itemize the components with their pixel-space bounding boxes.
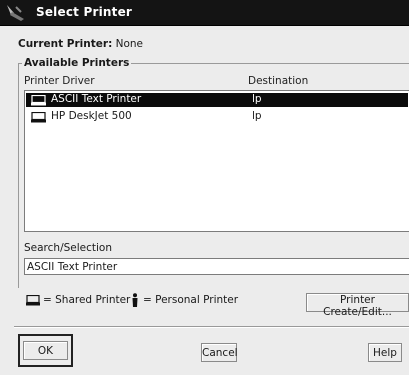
search-selection-input[interactable] (24, 258, 409, 275)
search-selection-label: Search/Selection (24, 242, 112, 254)
title-bar: Select Printer (0, 0, 409, 26)
printer-row-hp-deskjet[interactable]: HP DeskJet 500 lp (26, 110, 408, 124)
ok-button[interactable]: OK (23, 341, 68, 360)
printer-name: HP DeskJet 500 (51, 110, 132, 122)
help-button[interactable]: Help (368, 343, 402, 362)
separator (14, 326, 409, 328)
shared-printer-icon (31, 112, 46, 123)
current-printer-label: Current Printer: (18, 38, 113, 50)
shared-printer-icon (26, 295, 40, 306)
printer-destination: lp (252, 110, 262, 122)
shared-printer-icon (31, 95, 46, 106)
printer-icon (7, 5, 24, 21)
printer-destination: lp (252, 93, 262, 105)
printer-name: ASCII Text Printer (51, 93, 142, 105)
printer-create-edit-button[interactable]: Printer Create/Edit... (306, 293, 409, 318)
printer-list[interactable]: ASCII Text Printer lp HP DeskJet 500 lp (24, 90, 409, 232)
window-title: Select Printer (36, 5, 133, 19)
personal-printer-icon (132, 293, 138, 307)
shared-printer-legend-text: = Shared Printer (43, 294, 131, 306)
printer-type-legend: = Shared Printer = Personal Printer (24, 293, 304, 309)
column-header-destination[interactable]: Destination (248, 75, 308, 87)
current-printer-value: None (115, 38, 144, 50)
printer-row-ascii[interactable]: ASCII Text Printer lp (26, 93, 408, 107)
personal-printer-legend-text: = Personal Printer (143, 294, 239, 306)
column-header-printer-driver[interactable]: Printer Driver (24, 75, 95, 87)
current-printer: Current Printer: None (18, 38, 143, 50)
available-printers-legend: Available Printers (22, 57, 132, 69)
cancel-button[interactable]: Cancel (201, 343, 238, 362)
